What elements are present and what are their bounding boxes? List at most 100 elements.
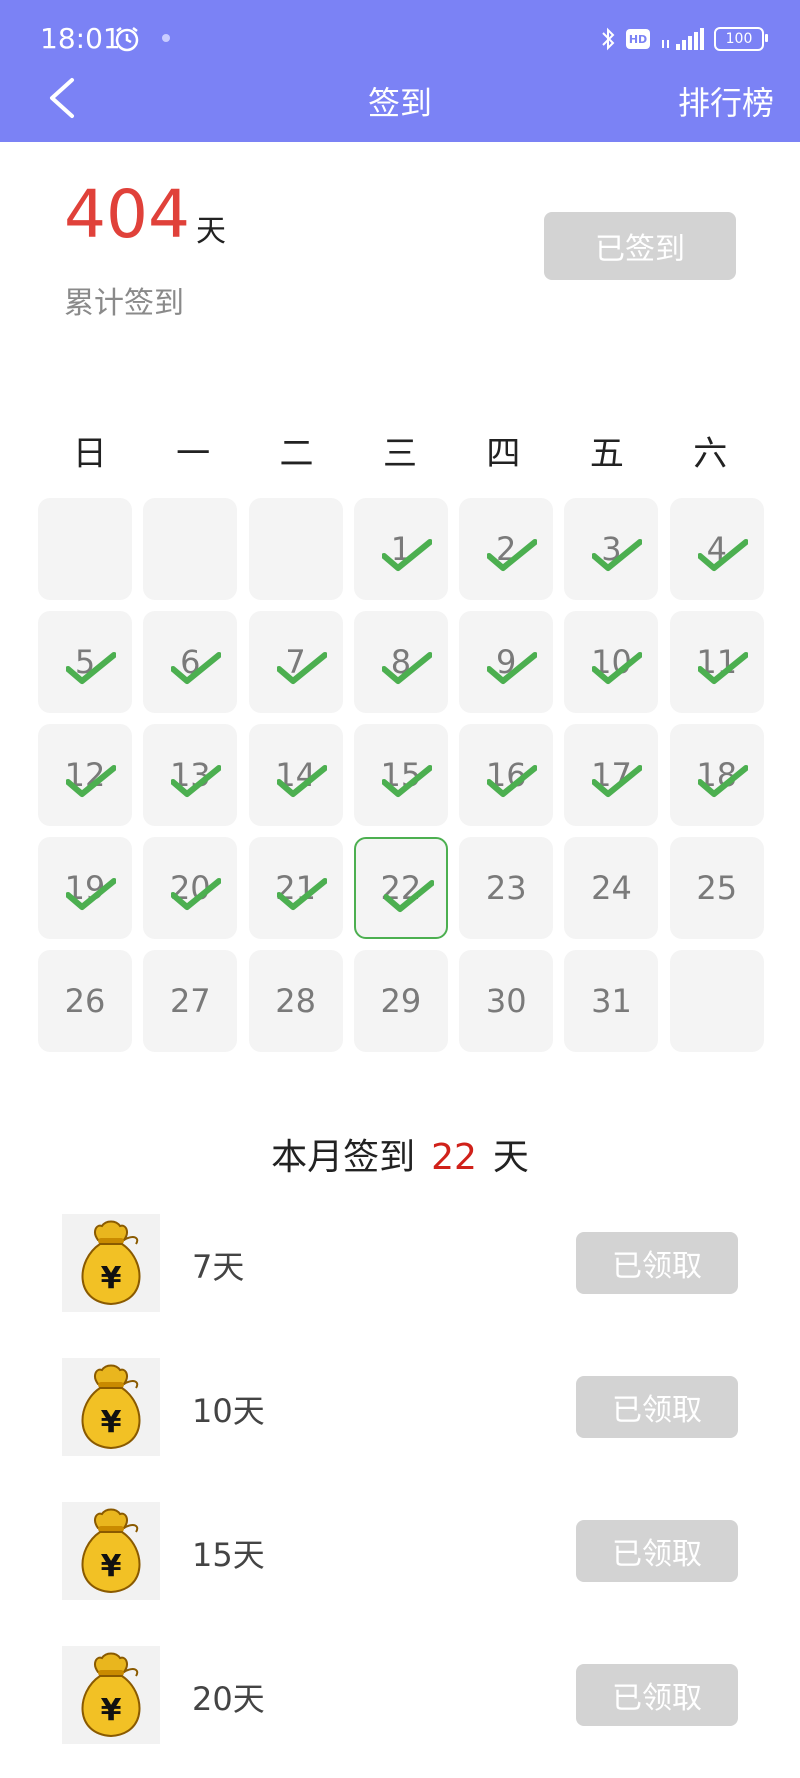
status-icons: HD 100 (600, 24, 768, 54)
weekday-label: 四 (486, 434, 521, 474)
reward-label: 7天 (192, 1248, 245, 1286)
svg-text:¥: ¥ (101, 1261, 122, 1296)
day-number: 10 (591, 643, 632, 681)
weekday-label: 三 (382, 434, 417, 474)
notification-dot-icon (162, 34, 170, 42)
calendar-day: 9 (459, 611, 554, 713)
day-number: 8 (390, 643, 412, 681)
day-number: 26 (64, 982, 106, 1020)
day-number: 29 (380, 982, 422, 1020)
day-number: 25 (696, 869, 738, 907)
calendar-day: 12 (38, 724, 132, 826)
calendar-day: 27 (143, 950, 238, 1052)
calendar-day: 24 (564, 837, 659, 939)
calendar-day: 13 (143, 724, 238, 826)
claimed-button[interactable]: 已领取 (576, 1376, 738, 1438)
money-bag-icon: ¥ (62, 1358, 160, 1456)
weekday-label: 日 (72, 434, 107, 474)
monthly-prefix: 本月签到 (271, 1137, 416, 1178)
monthly-signin-summary: 本月签到 22 天 (0, 1128, 800, 1180)
weekday-label: 六 (693, 434, 728, 474)
claimed-button[interactable]: 已领取 (576, 1664, 738, 1726)
calendar-empty-cell (143, 498, 238, 600)
day-number: 15 (380, 756, 422, 794)
signed-in-button[interactable]: 已签到 (544, 212, 736, 280)
day-number: 28 (275, 982, 316, 1020)
day-number: 14 (275, 756, 316, 794)
calendar-empty-cell (38, 498, 132, 600)
calendar-day: 11 (669, 611, 764, 713)
day-number: 7 (285, 643, 306, 681)
calendar-day: 23 (459, 837, 554, 939)
total-days-unit: 天 (196, 214, 226, 249)
alarm-icon (114, 26, 140, 52)
day-number: 19 (64, 869, 106, 907)
reward-label: 15天 (192, 1536, 265, 1574)
calendar-day: 30 (459, 950, 554, 1052)
calendar-empty-cell (248, 498, 343, 600)
calendar-day: 16 (459, 724, 554, 826)
calendar-day: 4 (669, 498, 764, 600)
day-number: 30 (485, 982, 527, 1020)
calendar-day: 14 (248, 724, 343, 826)
day-number: 5 (74, 643, 96, 681)
day-number: 20 (169, 869, 211, 907)
status-time: 18:01 (40, 22, 121, 55)
money-bag-icon: ¥ (62, 1214, 160, 1312)
calendar-day: 22 (353, 837, 448, 939)
weekday-label: 五 (589, 434, 624, 474)
calendar-day: 18 (669, 724, 764, 826)
reward-row: ¥ 20天 已领取 (62, 1646, 738, 1746)
calendar-day: 19 (38, 837, 132, 939)
day-number: 21 (275, 869, 316, 907)
calendar-day: 25 (669, 837, 764, 939)
reward-label: 20天 (192, 1680, 265, 1718)
money-bag-icon: ¥ (62, 1502, 160, 1600)
monthly-suffix: 天 (492, 1137, 529, 1178)
day-number: 3 (601, 530, 622, 568)
top-bar: 18:01 HD 100 签到 排行榜 (0, 0, 800, 142)
leaderboard-link[interactable]: 排行榜 (678, 78, 774, 124)
calendar-day: 7 (248, 611, 343, 713)
calendar-day: 3 (564, 498, 659, 600)
calendar-day: 29 (353, 950, 448, 1052)
claimed-button[interactable]: 已领取 (576, 1232, 738, 1294)
calendar-day: 21 (248, 837, 343, 939)
calendar-day: 2 (459, 498, 554, 600)
day-number: 4 (706, 530, 727, 568)
reward-label: 10天 (192, 1392, 265, 1430)
reward-row: ¥ 15天 已领取 (62, 1502, 738, 1602)
day-number: 17 (591, 756, 632, 794)
svg-text:¥: ¥ (101, 1405, 122, 1440)
day-number: 2 (496, 530, 517, 568)
claimed-button[interactable]: 已领取 (576, 1520, 738, 1582)
reward-row: ¥ 10天 已领取 (62, 1358, 738, 1458)
total-days-label: 累计签到 (64, 286, 184, 321)
calendar-day: 20 (143, 837, 238, 939)
day-number: 24 (591, 869, 632, 907)
day-number: 31 (591, 982, 632, 1020)
signal-icon (660, 26, 704, 52)
calendar-day: 17 (564, 724, 659, 826)
day-number: 13 (169, 756, 211, 794)
calendar-day: 10 (564, 611, 659, 713)
battery-icon: 100 (714, 27, 768, 51)
day-number: 6 (180, 643, 201, 681)
total-days-count: 404 (64, 176, 190, 253)
bluetooth-icon (600, 26, 616, 52)
weekday-header: 日 一 二 三 四 五 六 (38, 426, 762, 475)
monthly-count: 22 (431, 1137, 477, 1178)
hd-icon: HD (626, 29, 650, 49)
svg-text:¥: ¥ (101, 1693, 122, 1728)
day-number: 27 (169, 982, 211, 1020)
calendar-day: 1 (353, 498, 448, 600)
calendar-grid: 1 2 3 4 5 6 7 8 9 10 11 12 13 14 15 16 17 18 19 20 21 22 23 24 2… (38, 498, 764, 1052)
svg-text:¥: ¥ (101, 1549, 122, 1584)
calendar-day: 31 (564, 950, 659, 1052)
day-number: 12 (64, 756, 106, 794)
day-number: 22 (380, 869, 422, 907)
calendar-day: 26 (38, 950, 132, 1052)
calendar-day: 5 (38, 611, 132, 713)
money-bag-icon: ¥ (62, 1646, 160, 1744)
calendar-day: 15 (353, 724, 448, 826)
